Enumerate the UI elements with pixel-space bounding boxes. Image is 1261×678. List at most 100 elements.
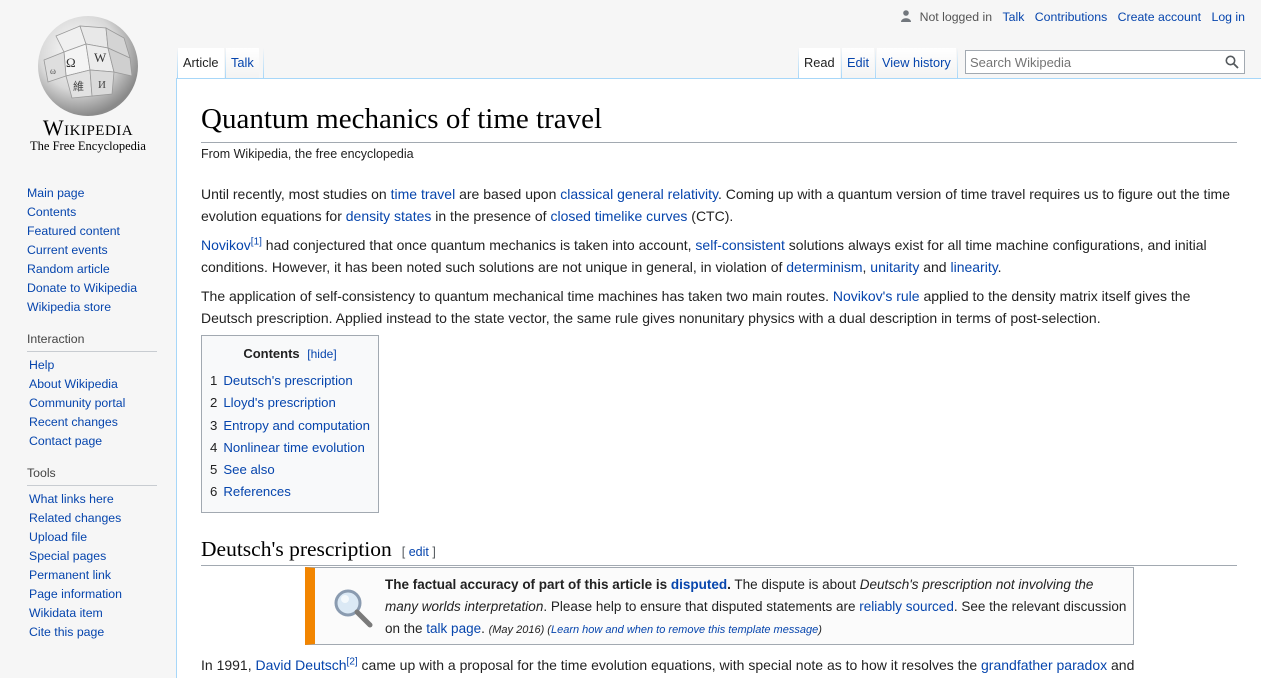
login-link[interactable]: Log in <box>1211 10 1245 24</box>
text: . <box>997 259 1002 275</box>
reference-2[interactable]: [2] <box>347 656 358 667</box>
toc-item[interactable]: 3 Entropy and computation <box>210 415 370 437</box>
link-density-states[interactable]: density states <box>346 208 432 224</box>
text: . Please help to ensure that disputed st… <box>543 599 860 614</box>
sidebar-item-related-changes[interactable]: Related changes <box>29 511 121 525</box>
link-grandfather-paradox[interactable]: grandfather paradox <box>981 657 1107 673</box>
dispute-notice: The factual accuracy of part of this art… <box>305 567 1134 645</box>
link-david-deutsch[interactable]: David Deutsch <box>256 657 347 673</box>
link-reliably-sourced[interactable]: reliably sourced <box>859 599 954 614</box>
tab-separator <box>875 48 876 78</box>
link-linearity[interactable]: linearity <box>950 259 997 275</box>
sidebar-item-page-information[interactable]: Page information <box>29 587 122 601</box>
bracket: [ <box>401 545 409 559</box>
sidebar-item-contact-page[interactable]: Contact page <box>29 434 102 448</box>
link-novikovs-rule[interactable]: Novikov's rule <box>833 288 920 304</box>
sidebar-item-recent-changes[interactable]: Recent changes <box>29 415 118 429</box>
puzzle-globe-icon: Ω W 維 И ω <box>38 16 138 116</box>
link-self-consistent[interactable]: self-consistent <box>695 237 784 253</box>
toc-link[interactable]: Entropy and computation <box>223 418 370 433</box>
sidebar-item-what-links-here[interactable]: What links here <box>29 492 114 506</box>
sidebar-item-community-portal[interactable]: Community portal <box>29 396 125 410</box>
wikipedia-logo[interactable]: Ω W 維 И ω Wikipedia The Free Encyclopedi… <box>0 0 176 160</box>
toc-header: Contents [hide] <box>202 346 378 361</box>
tab-article[interactable]: Article <box>178 48 224 78</box>
tab-edit[interactable]: Edit <box>842 48 875 78</box>
toc-link[interactable]: References <box>223 484 290 499</box>
sidebar-heading-interaction: Interaction <box>27 331 157 352</box>
toc-link[interactable]: Deutsch's prescription <box>223 373 352 388</box>
text: in the presence of <box>431 208 551 224</box>
text: ) <box>818 624 822 636</box>
sidebar-item-help[interactable]: Help <box>29 358 54 372</box>
toc-item[interactable]: 6 References <box>210 481 370 503</box>
toc-link[interactable]: Nonlinear time evolution <box>223 440 364 455</box>
link-talk-page[interactable]: talk page <box>426 621 481 636</box>
table-of-contents: Contents [hide] 1 Deutsch's prescription … <box>201 335 379 513</box>
section-heading-text: Deutsch's prescription <box>201 537 392 561</box>
sidebar-item-special-pages[interactable]: Special pages <box>29 549 106 563</box>
sidebar-item-main-page[interactable]: Main page <box>27 186 84 200</box>
section-edit: [ edit ] <box>402 545 436 559</box>
tab-view-history[interactable]: View history <box>877 48 956 78</box>
text: and <box>919 259 951 275</box>
search-input[interactable] <box>966 51 1218 73</box>
sidebar-item-store[interactable]: Wikipedia store <box>27 300 111 314</box>
toc-item[interactable]: 2 Lloyd's prescription <box>210 392 370 414</box>
toc-title: Contents <box>243 346 300 361</box>
text: The application of self-consistency to q… <box>201 288 833 304</box>
logo-tagline: The Free Encyclopedia <box>30 139 146 153</box>
link-classical-general-relativity[interactable]: classical general relativity <box>560 186 718 202</box>
toc-hide-toggle[interactable]: [hide] <box>307 347 336 361</box>
magnifying-glass-icon <box>334 589 373 628</box>
sidebar-item-contents[interactable]: Contents <box>27 205 76 219</box>
text: The factual accuracy of part of this art… <box>385 577 671 592</box>
sidebar-item-random-article[interactable]: Random article <box>27 262 110 276</box>
sidebar-item-featured-content[interactable]: Featured content <box>27 224 120 238</box>
link-unitarity[interactable]: unitarity <box>870 259 919 275</box>
section-heading-deutsch: Deutsch's prescription [ edit ] <box>201 533 1237 566</box>
sidebar-item-about[interactable]: About Wikipedia <box>29 377 118 391</box>
sidebar-item-cite-this-page[interactable]: Cite this page <box>29 625 104 639</box>
sidebar-item-donate[interactable]: Donate to Wikipedia <box>27 281 137 295</box>
search-icon[interactable] <box>1225 55 1239 69</box>
toc-item[interactable]: 4 Nonlinear time evolution <box>210 437 370 459</box>
sidebar-portal-tools: Tools What links here Related changes Up… <box>0 465 176 642</box>
link-time-travel[interactable]: time travel <box>391 186 456 202</box>
text: Until recently, most studies on <box>201 186 391 202</box>
tab-talk[interactable]: Talk <box>226 48 259 78</box>
link-determinism[interactable]: determinism <box>786 259 862 275</box>
toc-link[interactable]: Lloyd's prescription <box>223 395 335 410</box>
tab-read[interactable]: Read <box>799 48 840 78</box>
link-learn-remove-template[interactable]: Learn how and when to remove this templa… <box>551 624 818 636</box>
user-icon <box>901 10 912 22</box>
text: are based upon <box>455 186 561 202</box>
toc-item[interactable]: 5 See also <box>210 459 370 481</box>
toc-list: 1 Deutsch's prescription 2 Lloyd's prescri… <box>210 370 370 504</box>
reference-1[interactable]: [1] <box>251 236 262 247</box>
create-account-link[interactable]: Create account <box>1118 10 1201 24</box>
intro-paragraph-1: Until recently, most studies on time tra… <box>201 183 1241 227</box>
toc-number: 5 <box>210 462 218 478</box>
toc-item[interactable]: 1 Deutsch's prescription <box>210 370 370 392</box>
toc-number: 1 <box>210 373 218 388</box>
text: came up with a proposal for the time evo… <box>357 657 982 673</box>
link-novikov[interactable]: Novikov <box>201 237 251 253</box>
text: (CTC). <box>687 208 734 224</box>
toc-number: 2 <box>210 395 218 411</box>
sidebar-item-upload-file[interactable]: Upload file <box>29 530 87 544</box>
sidebar-heading-tools: Tools <box>27 465 157 486</box>
svg-text:W: W <box>94 50 107 65</box>
svg-text:維: 維 <box>73 80 84 93</box>
sidebar-item-wikidata-item[interactable]: Wikidata item <box>29 606 103 620</box>
link-disputed[interactable]: disputed <box>671 577 727 592</box>
toc-number: 6 <box>210 484 218 500</box>
dispute-notice-text: The factual accuracy of part of this art… <box>385 574 1130 641</box>
section-edit-link[interactable]: edit <box>409 545 429 559</box>
sidebar-item-permanent-link[interactable]: Permanent link <box>29 568 111 582</box>
user-talk-link[interactable]: Talk <box>1002 10 1024 24</box>
toc-link[interactable]: See also <box>223 462 274 477</box>
sidebar-item-current-events[interactable]: Current events <box>27 243 108 257</box>
contributions-link[interactable]: Contributions <box>1035 10 1107 24</box>
link-closed-timelike-curves[interactable]: closed timelike curves <box>550 208 687 224</box>
